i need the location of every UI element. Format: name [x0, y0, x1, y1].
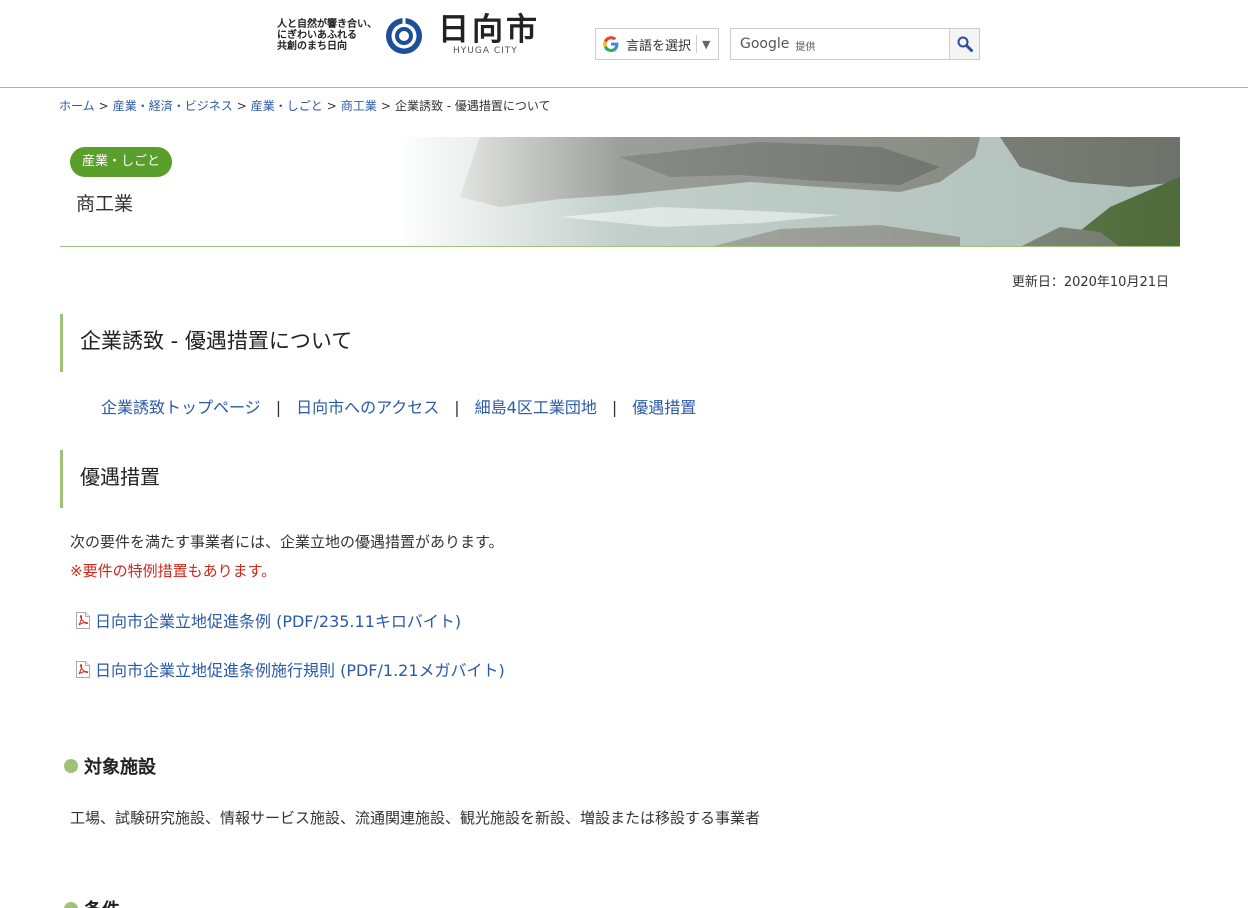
search-provided-label: 提供 — [795, 41, 816, 53]
subsection-title: 条件 — [84, 896, 120, 908]
intro-text: 次の要件を満たす事業者には、企業立地の優遇措置があります。 — [70, 533, 504, 551]
language-select[interactable]: 言語を選択 ▼ — [595, 28, 719, 60]
language-select-label: 言語を選択 — [626, 38, 692, 54]
subsection-heading-facilities: 対象施設 — [64, 753, 156, 779]
subnav-link-access[interactable]: 日向市へのアクセス — [296, 398, 439, 417]
breadcrumb-link-commerce[interactable]: 商工業 — [341, 99, 377, 113]
pdf-icon — [76, 660, 90, 678]
subnav-link-top[interactable]: 企業誘致トップページ — [101, 398, 261, 417]
search-button[interactable] — [949, 28, 980, 60]
pdf-link-ordinance: 日向市企業立地促進条例 (PDF/235.11キロバイト) — [75, 608, 461, 632]
chevron-down-icon: ▼ — [702, 37, 711, 51]
breadcrumb-current: 企業誘致 - 優遇措置について — [394, 99, 551, 113]
subnav-link-industrial-park[interactable]: 細島4区工業団地 — [475, 398, 597, 417]
search-icon — [957, 36, 973, 52]
pdf-link-regulations-text[interactable]: 日向市企業立地促進条例施行規則 (PDF/1.21メガバイト) — [95, 657, 505, 681]
subsection-body: 工場、試験研究施設、情報サービス施設、流通関連施設、観光施設を新設、増設または移… — [70, 809, 761, 827]
page-title: 企業誘致 - 優遇措置について — [60, 314, 1180, 372]
subsection-title: 対象施設 — [84, 757, 156, 778]
subnav-link-incentives[interactable]: 優遇措置 — [632, 398, 696, 417]
google-g-icon — [603, 36, 619, 52]
pdf-icon — [76, 611, 90, 629]
site-logo-subtitle: HYUGA CITY — [453, 46, 518, 56]
coastline-banner-image — [60, 137, 1180, 246]
category-title: 商工業 — [76, 193, 134, 215]
breadcrumb-link-work[interactable]: 産業・しごと — [251, 99, 323, 113]
breadcrumb-separator: > — [380, 99, 391, 113]
site-logo-text[interactable]: 日向市 — [438, 12, 540, 48]
breadcrumb-separator: > — [326, 99, 337, 113]
site-header: 人と自然が響き合い、 にぎわいあふれる 共創のまち日向 日向市 HYUGA CI… — [0, 0, 1248, 88]
category-badge[interactable]: 産業・しごと — [70, 147, 173, 177]
subnav-separator: | — [611, 398, 618, 417]
breadcrumb-link-industry[interactable]: 産業・経済・ビジネス — [113, 99, 233, 113]
site-search-input[interactable]: Google 提供 — [730, 28, 950, 60]
subnav-separator: | — [275, 398, 282, 417]
site-tagline: 人と自然が響き合い、 にぎわいあふれる 共創のまち日向 — [277, 19, 377, 52]
note-text: ※要件の特例措置もあります。 — [70, 562, 277, 580]
pdf-link-ordinance-text[interactable]: 日向市企業立地促進条例 (PDF/235.11キロバイト) — [95, 608, 461, 632]
subnav-separator: | — [454, 398, 460, 417]
updated-date: 更新日：2020年10月21日 — [1011, 275, 1169, 290]
sub-navigation: 企業誘致トップページ | 日向市へのアクセス | 細島4区工業団地 | 優遇措置 — [101, 394, 696, 418]
breadcrumb-separator: > — [236, 99, 247, 113]
language-select-divider — [696, 35, 698, 53]
pdf-link-regulations: 日向市企業立地促進条例施行規則 (PDF/1.21メガバイト) — [75, 657, 505, 681]
subsection-heading-conditions: 条件 — [64, 896, 120, 908]
breadcrumb-separator: > — [98, 99, 109, 113]
category-banner — [60, 137, 1180, 247]
section-heading: 優遇措置 — [60, 450, 1180, 508]
breadcrumb: ホーム > 産業・経済・ビジネス > 産業・しごと > 商工業 > 企業誘致 - 優遇措置につい… — [59, 98, 551, 114]
bullet-dot-icon — [64, 759, 78, 773]
breadcrumb-link-home[interactable]: ホーム — [59, 99, 95, 113]
city-emblem-icon[interactable] — [384, 16, 424, 56]
search-brand-label: Google — [740, 36, 790, 52]
bullet-dot-icon — [64, 902, 78, 908]
